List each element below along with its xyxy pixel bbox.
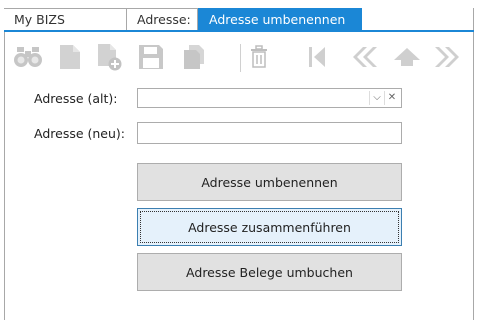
save-icon[interactable] [134,40,168,74]
binoculars-icon[interactable] [10,40,46,74]
previous-record-icon[interactable] [346,40,380,74]
chevron-down-icon[interactable]: ⌵ [369,91,384,105]
tab-label: My BIZS [14,12,65,27]
tab-label: Adresse: [137,12,191,27]
up-icon[interactable] [390,40,424,74]
toolbar-separator [240,44,241,72]
tab-my-bizs[interactable]: My BIZS [4,8,127,30]
rebook-documents-button[interactable]: Adresse Belege umbuchen [137,253,402,291]
rename-address-button[interactable]: Adresse umbenennen [137,163,402,201]
new-address-field[interactable] [137,122,402,144]
clear-icon[interactable]: ✕ [384,91,399,105]
delete-icon[interactable] [246,40,272,74]
tab-adresse[interactable]: Adresse: [127,8,198,30]
new-address-label: Adresse (neu): [34,126,126,141]
tab-label: Adresse umbenennen [209,12,346,27]
old-address-combobox[interactable]: ⌵ ✕ [137,88,402,108]
toolbar [10,40,470,76]
copy-document-icon[interactable] [178,40,210,74]
rebook-documents-label: Adresse Belege umbuchen [186,264,353,280]
tab-adresse-umbenennen[interactable]: Adresse umbenennen × [198,8,362,50]
tab-bar: My BIZS Adresse: Adresse umbenennen × [4,8,474,50]
merge-address-label: Adresse zusammenführen [188,219,351,235]
new-document-icon[interactable] [54,40,86,74]
first-record-icon[interactable] [304,40,330,74]
old-address-label: Adresse (alt): [34,91,118,106]
rename-address-label: Adresse umbenennen [201,174,338,190]
merge-address-button[interactable]: Adresse zusammenführen [137,208,402,246]
next-record-icon[interactable] [432,40,466,74]
add-document-icon[interactable] [94,40,126,74]
